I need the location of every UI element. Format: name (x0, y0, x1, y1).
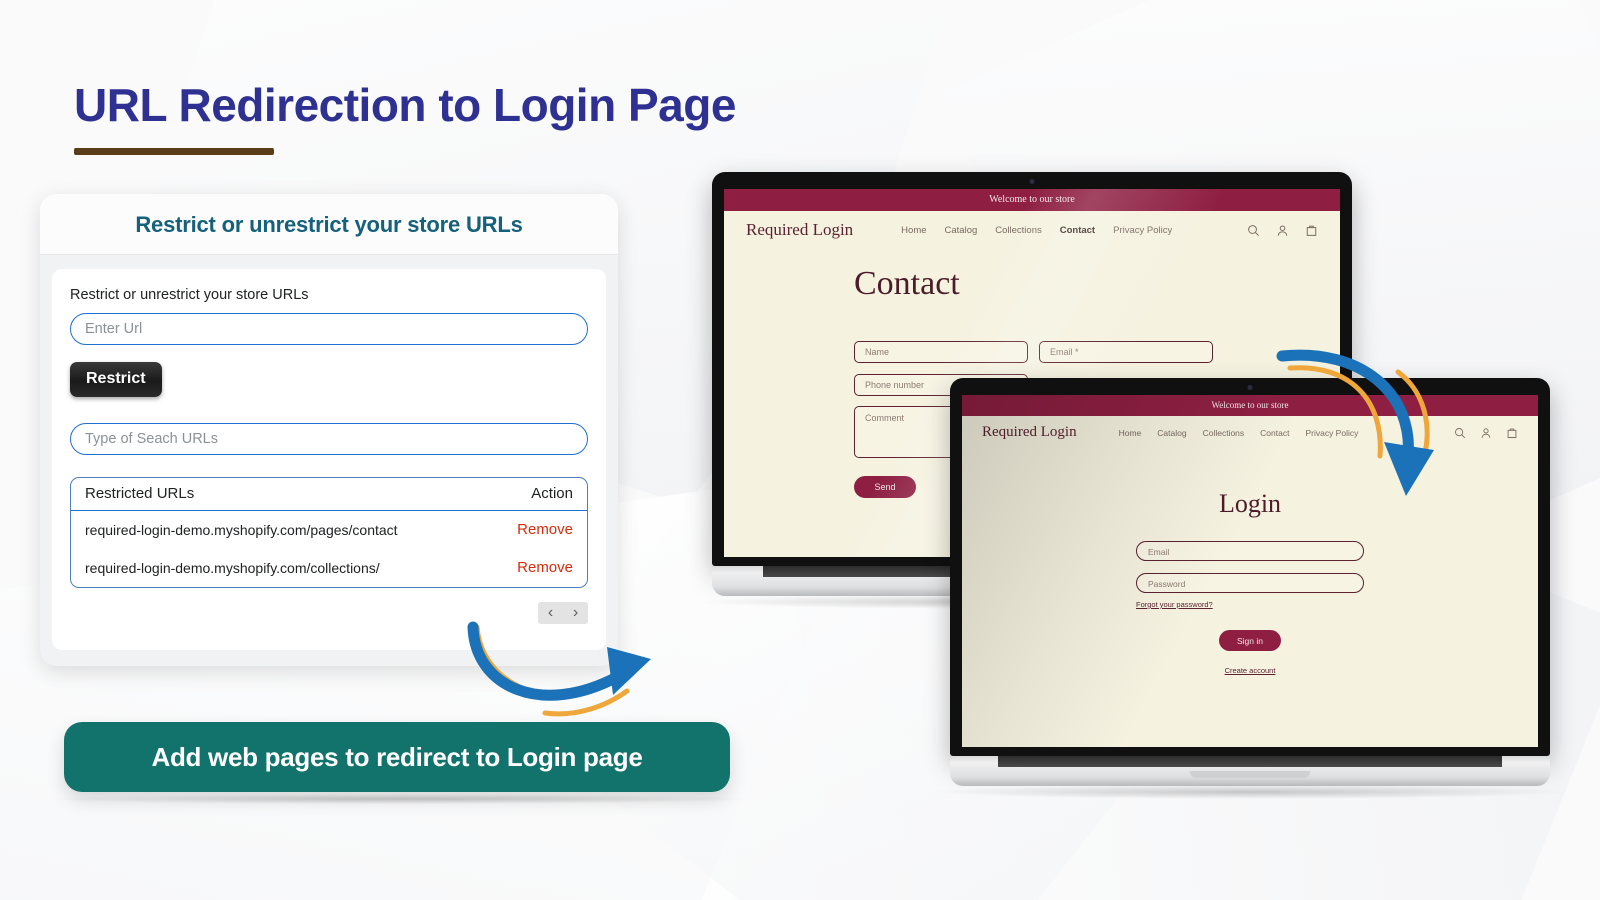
cell-url: required-login-demo.myshopify.com/collec… (85, 559, 380, 576)
nav-item-collections[interactable]: Collections (1203, 428, 1245, 438)
admin-card-title: Restrict or unrestrict your store URLs (135, 212, 523, 237)
remove-link[interactable]: Remove (517, 521, 573, 538)
restricted-urls-table: Restricted URLs Action required-login-de… (70, 477, 588, 588)
remove-link[interactable]: Remove (517, 559, 573, 576)
store-header-icons (1454, 427, 1518, 439)
contact-page-title: Contact (854, 265, 960, 302)
store-nav: Home Catalog Collections Contact Privacy… (1119, 428, 1359, 438)
page-title: URL Redirection to Login Page (74, 79, 736, 131)
store-header: Required Login Home Catalog Collections … (724, 211, 1340, 247)
laptop-lid: Welcome to our store Required Login Home… (950, 378, 1550, 756)
laptop-shadow (936, 785, 1564, 799)
webcam-icon (1247, 385, 1253, 390)
nav-item-home[interactable]: Home (1119, 428, 1142, 438)
nav-item-contact[interactable]: Contact (1260, 428, 1289, 438)
announcement-bar: Welcome to our store (724, 189, 1340, 211)
create-account-wrap: Create account (962, 660, 1538, 678)
nav-item-home[interactable]: Home (901, 225, 926, 236)
title-underline (74, 148, 274, 155)
forgot-password-link[interactable]: Forgot your password? (1136, 600, 1213, 609)
search-icon[interactable] (1247, 224, 1260, 237)
store-header: Required Login Home Catalog Collections … (962, 416, 1538, 447)
send-button[interactable]: Send (854, 476, 916, 498)
admin-card-header: Restrict or unrestrict your store URLs (40, 194, 618, 255)
admin-card-body: Restrict or unrestrict your store URLs R… (40, 255, 618, 666)
admin-inner-panel: Restrict or unrestrict your store URLs R… (52, 269, 606, 650)
nav-item-privacy-policy[interactable]: Privacy Policy (1113, 225, 1172, 236)
search-icon[interactable] (1454, 427, 1466, 439)
nav-item-contact[interactable]: Contact (1060, 225, 1095, 236)
table-row: required-login-demo.myshopify.com/pages/… (71, 511, 587, 549)
store-nav: Home Catalog Collections Contact Privacy… (901, 225, 1172, 236)
cart-icon[interactable] (1506, 427, 1518, 439)
account-icon[interactable] (1276, 224, 1289, 237)
url-input[interactable] (70, 313, 588, 345)
name-field[interactable]: Name (854, 341, 1028, 363)
admin-card: Restrict or unrestrict your store URLs R… (40, 194, 618, 666)
nav-item-collections[interactable]: Collections (995, 225, 1041, 236)
login-form: Email Password Forgot your password? (1136, 541, 1364, 612)
callout-banner: Add web pages to redirect to Login page (64, 722, 730, 792)
store-header-icons (1247, 224, 1318, 237)
restrict-button[interactable]: Restrict (70, 362, 162, 397)
cart-icon[interactable] (1305, 224, 1318, 237)
search-input[interactable] (70, 423, 588, 455)
laptop-base (950, 756, 1550, 786)
webcam-icon (1029, 179, 1035, 184)
email-field[interactable]: Email * (1039, 341, 1213, 363)
announcement-bar: Welcome to our store (962, 395, 1538, 416)
laptop-login: Welcome to our store Required Login Home… (936, 378, 1564, 799)
nav-item-catalog[interactable]: Catalog (945, 225, 978, 236)
store-brand: Required Login (982, 424, 1077, 440)
column-header-url: Restricted URLs (85, 485, 195, 502)
account-icon[interactable] (1480, 427, 1492, 439)
login-page-title: Login (1218, 489, 1282, 518)
banner-shadow (56, 794, 746, 804)
signin-button[interactable]: Sign in (1219, 630, 1281, 651)
cell-url: required-login-demo.myshopify.com/pages/… (85, 521, 398, 538)
pagination: ‹ › (538, 602, 588, 624)
login-email-field[interactable]: Email (1136, 541, 1364, 561)
contact-row-1: Name Email * (854, 341, 1340, 363)
pagination-prev-icon[interactable]: ‹ (538, 602, 563, 624)
callout-banner-label: Add web pages to redirect to Login page (151, 741, 643, 772)
create-account-link[interactable]: Create account (1225, 666, 1276, 675)
table-row: required-login-demo.myshopify.com/collec… (71, 549, 587, 587)
store-brand: Required Login (746, 220, 854, 239)
login-password-field[interactable]: Password (1136, 573, 1364, 593)
nav-item-catalog[interactable]: Catalog (1157, 428, 1186, 438)
nav-item-privacy-policy[interactable]: Privacy Policy (1305, 428, 1358, 438)
search-field-wrap (70, 423, 588, 455)
url-field-label: Restrict or unrestrict your store URLs (70, 287, 309, 303)
pagination-next-icon[interactable]: › (563, 602, 588, 624)
table-header-row: Restricted URLs Action (71, 478, 587, 511)
column-header-action: Action (531, 485, 573, 502)
login-screen: Welcome to our store Required Login Home… (962, 395, 1538, 747)
